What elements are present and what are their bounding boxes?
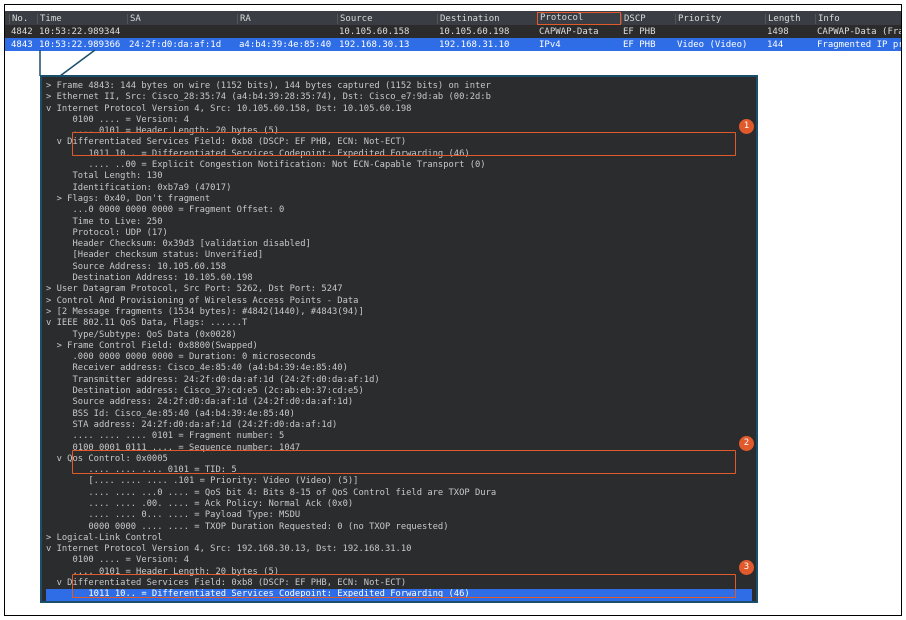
detail-line-selected[interactable]: 1011 10.. = Differentiated Services Code… [46, 589, 752, 600]
packet-list-table: No. Time SA RA Source Destination Protoc… [5, 11, 901, 51]
col-ra[interactable]: RA [237, 14, 337, 24]
detail-line[interactable]: [.... .... .... .101 = Priority: Video (… [46, 476, 752, 487]
detail-line[interactable]: .000 0000 0000 0000 = Duration: 0 micros… [46, 352, 752, 363]
cell-priority: Video (Video) [675, 40, 765, 50]
detail-line[interactable]: Protocol: UDP (17) [46, 228, 752, 239]
packet-detail-panel: > Frame 4843: 144 bytes on wire (1152 bi… [40, 75, 758, 603]
detail-line[interactable]: .... .... .... 0101 = TID: 5 [46, 465, 752, 476]
detail-line[interactable]: > Control And Provisioning of Wireless A… [46, 296, 752, 307]
packet-row[interactable]: 4842 10:53:22.989344 10.105.60.158 10.10… [5, 25, 901, 38]
detail-line[interactable]: Destination Address: 10.105.60.198 [46, 273, 752, 284]
packet-list-header: No. Time SA RA Source Destination Protoc… [5, 11, 901, 25]
detail-line[interactable]: .... ..00 = Explicit Congestion Notifica… [46, 160, 752, 171]
detail-line[interactable]: [Header checksum status: Unverified] [46, 250, 752, 261]
cell-destination: 10.105.60.198 [437, 27, 537, 37]
detail-line[interactable]: v Differentiated Services Field: 0xb8 (D… [46, 578, 752, 589]
detail-line[interactable]: .... 0101 = Header Length: 20 bytes (5)1 [46, 126, 752, 137]
detail-line[interactable]: > User Datagram Protocol, Src Port: 5262… [46, 284, 752, 295]
detail-line[interactable]: .... .... 0... .... = Payload Type: MSDU [46, 510, 752, 521]
detail-line[interactable]: Type/Subtype: QoS Data (0x0028) [46, 330, 752, 341]
cell-length: 144 [765, 40, 815, 50]
detail-line[interactable]: > Ethernet II, Src: Cisco_28:35:74 (a4:b… [46, 92, 752, 103]
cell-time: 10:53:22.989366 [37, 40, 127, 50]
col-length[interactable]: Length [765, 14, 815, 24]
detail-line[interactable]: Source address: 24:2f:d0:da:af:1d (24:2f… [46, 397, 752, 408]
detail-line[interactable]: > Frame 4843: 144 bytes on wire (1152 bi… [46, 81, 752, 92]
detail-line[interactable]: v IEEE 802.11 QoS Data, Flags: ......T [46, 318, 752, 329]
detail-line[interactable]: > Logical-Link Control [46, 533, 752, 544]
cell-destination: 192.168.31.10 [437, 40, 537, 50]
detail-line[interactable]: > Flags: 0x40, Don't fragment [46, 194, 752, 205]
detail-line[interactable]: v Differentiated Services Field: 0xb8 (D… [46, 137, 752, 148]
detail-line[interactable]: 1011 10.. = Differentiated Services Code… [46, 149, 752, 160]
detail-line[interactable]: > [2 Message fragments (1534 bytes): #48… [46, 307, 752, 318]
detail-line[interactable]: Time to Live: 250 [46, 217, 752, 228]
cell-sa: 24:2f:d0:da:af:1d [127, 40, 237, 50]
detail-line[interactable]: Identification: 0xb7a9 (47017) [46, 183, 752, 194]
cell-protocol: IPv4 [537, 40, 621, 50]
cell-protocol: CAPWAP-Data [537, 27, 621, 37]
detail-line[interactable]: .... .... .... 0101 = Fragment number: 5 [46, 431, 752, 442]
cell-info: Fragmented IP protocol (p [815, 40, 902, 50]
detail-line[interactable]: v Qos Control: 0x0005 [46, 454, 752, 465]
cell-dscp: EF PHB [621, 40, 675, 50]
col-time[interactable]: Time [37, 14, 127, 24]
col-protocol[interactable]: Protocol [537, 12, 621, 25]
detail-line[interactable]: Destination address: Cisco_37:cd:e5 (2c:… [46, 386, 752, 397]
cell-source: 10.105.60.158 [337, 27, 437, 37]
col-no[interactable]: No. [9, 14, 37, 24]
col-sa[interactable]: SA [127, 14, 237, 24]
detail-line[interactable]: .... .... .00. .... = Ack Policy: Normal… [46, 499, 752, 510]
cell-ra: a4:b4:39:4e:85:40 [237, 40, 337, 50]
cell-info: CAPWAP-Data (Fragment ID: [815, 27, 902, 37]
detail-line[interactable]: 0100 .... = Version: 4 [46, 115, 752, 126]
detail-line[interactable]: Transmitter address: 24:2f:d0:da:af:1d (… [46, 375, 752, 386]
callout-badge-1: 1 [739, 119, 754, 134]
detail-line[interactable]: 0000 0000 .... .... = TXOP Duration Requ… [46, 522, 752, 533]
detail-line[interactable]: .... ..00 = Explicit Congestion Notifica… [46, 601, 752, 603]
cell-length: 1498 [765, 27, 815, 37]
cell-source: 192.168.30.13 [337, 40, 437, 50]
detail-line[interactable]: v Internet Protocol Version 4, Src: 192.… [46, 544, 752, 555]
page-frame: No. Time SA RA Source Destination Protoc… [4, 4, 902, 616]
detail-line[interactable]: ...0 0000 0000 0000 = Fragment Offset: 0 [46, 205, 752, 216]
detail-line[interactable]: .... .... ...0 .... = QoS bit 4: Bits 8-… [46, 488, 752, 499]
callout-badge-2: 2 [739, 436, 754, 451]
detail-line[interactable]: Source Address: 10.105.60.158 [46, 262, 752, 273]
col-source[interactable]: Source [337, 14, 437, 24]
detail-line[interactable]: v Internet Protocol Version 4, Src: 10.1… [46, 104, 752, 115]
detail-line[interactable]: Total Length: 130 [46, 171, 752, 182]
detail-line[interactable]: STA address: 24:2f:d0:da:af:1d (24:2f:d0… [46, 420, 752, 431]
detail-line[interactable]: Header Checksum: 0x39d3 [validation disa… [46, 239, 752, 250]
packet-row-selected[interactable]: 4843 10:53:22.989366 24:2f:d0:da:af:1d a… [5, 38, 901, 51]
detail-line[interactable]: 0100 0001 0111 .... = Sequence number: 1… [46, 443, 752, 454]
col-priority[interactable]: Priority [675, 14, 765, 24]
detail-line[interactable]: Receiver address: Cisco_4e:85:40 (a4:b4:… [46, 363, 752, 374]
cell-no: 4842 [9, 27, 37, 37]
col-info[interactable]: Info [815, 14, 902, 24]
detail-line[interactable]: > Frame Control Field: 0x8800(Swapped) [46, 341, 752, 352]
callout-badge-3: 3 [739, 560, 754, 575]
col-destination[interactable]: Destination [437, 14, 537, 24]
cell-time: 10:53:22.989344 [37, 27, 127, 37]
detail-line[interactable]: BSS Id: Cisco_4e:85:40 (a4:b4:39:4e:85:4… [46, 409, 752, 420]
cell-no: 4843 [9, 40, 37, 50]
col-dscp[interactable]: DSCP [621, 14, 675, 24]
detail-line[interactable]: 0100 .... = Version: 4 [46, 555, 752, 566]
cell-dscp: EF PHB [621, 27, 675, 37]
detail-line[interactable]: .... 0101 = Header Length: 20 bytes (5)3 [46, 567, 752, 578]
